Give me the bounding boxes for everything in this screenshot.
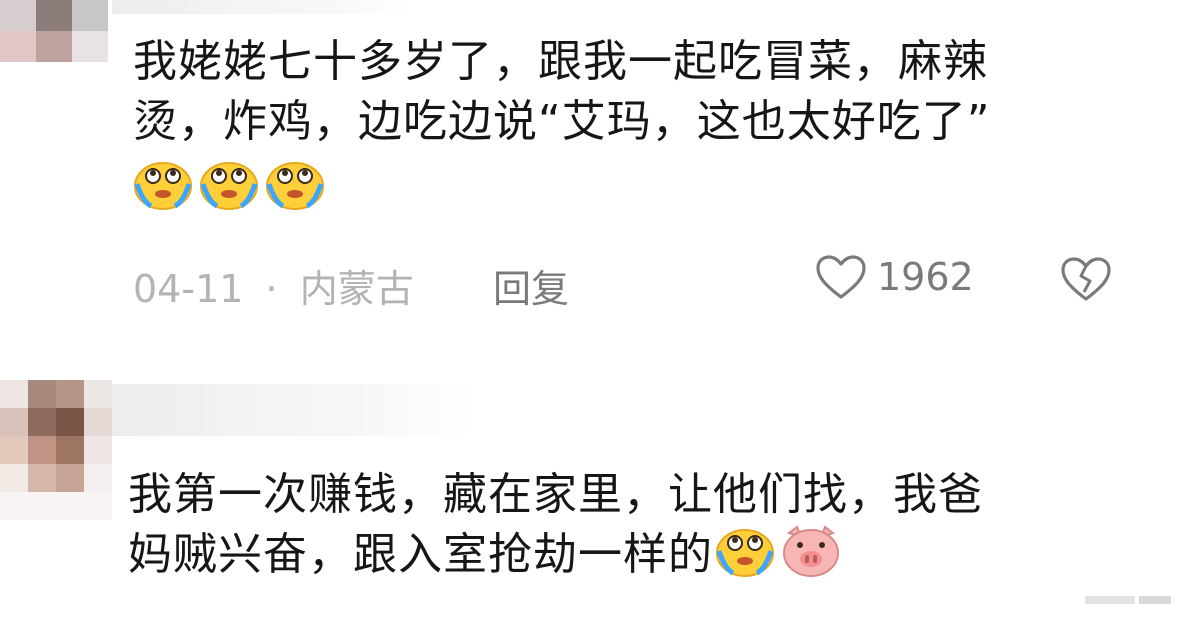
comment-meta: 04-11 · 内蒙古 <box>133 258 414 313</box>
comment-text-line-1: 我姥姥七十多岁了，跟我一起吃冒菜，麻辣 <box>133 36 988 87</box>
crying-laugh-icon <box>266 162 324 210</box>
emoji-row <box>133 158 1133 218</box>
avatar[interactable] <box>0 380 112 520</box>
comment-location: 内蒙古 <box>299 267 414 311</box>
comment-text: 我第一次赚钱，藏在家里，让他们找，我爸 妈贼兴奋，跟入室抢劫一样的 <box>128 465 1128 585</box>
comment-1: 我姥姥七十多岁了，跟我一起吃冒菜，麻辣 烫，炸鸡，边吃边说“艾玛，这也太好吃了” <box>0 0 1179 330</box>
username[interactable] <box>112 384 472 436</box>
crying-laugh-icon <box>716 529 774 577</box>
username[interactable] <box>112 0 412 14</box>
comment-text: 我姥姥七十多岁了，跟我一起吃冒菜，麻辣 烫，炸鸡，边吃边说“艾玛，这也太好吃了” <box>133 32 1133 218</box>
crying-laugh-icon <box>134 162 192 210</box>
dislike-button[interactable] <box>1060 256 1112 306</box>
pig-face-icon <box>783 525 839 577</box>
comment-text-line-2: 烫，炸鸡，边吃边说“艾玛，这也太好吃了” <box>133 96 991 147</box>
heart-icon <box>816 255 866 299</box>
comment-text-line-1: 我第一次赚钱，藏在家里，让他们找，我爸 <box>128 469 983 520</box>
broken-heart-icon <box>1061 257 1111 301</box>
meta-separator: · <box>265 267 278 311</box>
reply-button[interactable]: 回复 <box>493 258 569 313</box>
like-count: 1962 <box>877 255 974 299</box>
comment-text-line-2-content: 妈贼兴奋，跟入室抢劫一样的 <box>128 529 713 580</box>
comment-date: 04-11 <box>133 267 244 311</box>
avatar[interactable] <box>0 0 108 62</box>
like-button[interactable]: 1962 <box>815 254 974 300</box>
watermark-icon <box>1085 596 1171 604</box>
comment-text-line-2: 妈贼兴奋，跟入室抢劫一样的 <box>128 525 1128 585</box>
comment-2: 我第一次赚钱，藏在家里，让他们找，我爸 妈贼兴奋，跟入室抢劫一样的 <box>0 380 1179 626</box>
crying-laugh-icon <box>200 162 258 210</box>
